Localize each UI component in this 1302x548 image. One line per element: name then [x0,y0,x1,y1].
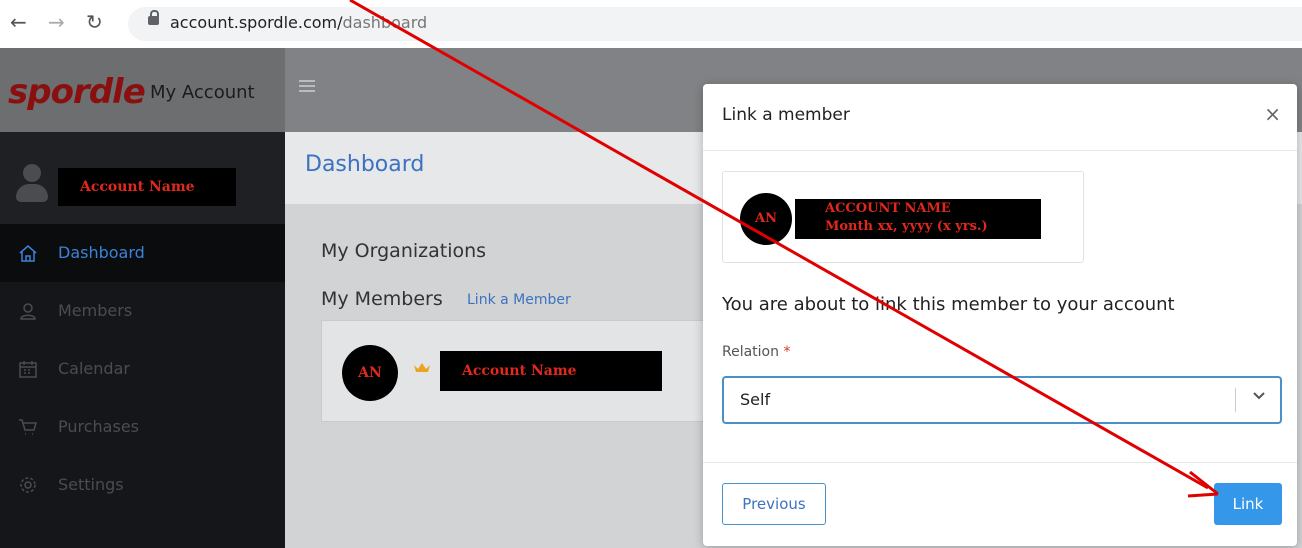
sidebar-item-purchases[interactable]: Purchases [0,398,285,456]
user-icon [20,303,36,320]
sidebar-item-dashboard[interactable]: Dashboard [0,224,285,282]
browser-toolbar: ← → ↻ account.spordle.com/dashboard [0,0,1302,48]
member-name: Account Name [440,351,662,391]
sidebar-item-label: Purchases [58,417,139,436]
sidebar-item-members[interactable]: Members [0,282,285,340]
close-icon[interactable]: × [1264,102,1281,126]
select-divider [1235,388,1236,412]
modal-footer: Previous Link [703,462,1297,547]
account-name-label: Account Name [58,168,236,206]
sidebar-item-label: Members [58,301,133,320]
sidebar-item-settings[interactable]: Settings [0,456,285,514]
modal-header: Link a member × [703,84,1297,151]
link-confirmation-message: You are about to link this member to you… [722,294,1175,315]
modal-title: Link a member [722,105,850,125]
relation-select-value: Self [740,390,771,409]
url-path: dashboard [342,13,428,32]
spordle-logo[interactable]: spordle [8,72,146,112]
crown-icon [414,363,430,372]
lock-icon [148,10,159,25]
member-card[interactable]: AN Account Name [321,320,743,422]
brand-title: My Account [150,82,255,103]
hamburger-menu-icon[interactable] [299,80,315,92]
sidebar-item-label: Calendar [58,359,130,378]
organizations-heading: My Organizations [321,240,487,262]
sidebar-item-calendar[interactable]: Calendar [0,340,285,398]
sidebar-item-label: Dashboard [58,243,145,262]
sidebar: Account Name Dashboard Members Calendar … [0,132,285,548]
member-preview-card: AN ACCOUNT NAME Month xx, yyyy (x yrs.) [722,171,1084,263]
member-birthdate: Month xx, yyyy (x yrs.) [825,219,988,234]
relation-label-text: Relation [722,344,779,360]
members-heading: My Members [321,288,443,310]
link-a-member-link[interactable]: Link a Member [467,292,571,308]
chevron-down-icon[interactable] [1252,388,1266,402]
link-button[interactable]: Link [1214,483,1282,525]
forward-arrow-icon[interactable]: → [48,10,65,34]
brand-bar: spordle My Account [0,48,285,132]
url-text[interactable]: account.spordle.com/dashboard [170,13,427,32]
member-avatar: AN [740,193,792,245]
member-avatar: AN [342,345,398,401]
cart-icon [19,419,37,435]
member-name: ACCOUNT NAME [825,201,951,216]
required-mark: * [783,344,791,360]
calendar-icon [19,361,37,378]
url-domain: account.spordle.com/ [170,13,343,32]
page-title: Dashboard [305,152,425,177]
back-arrow-icon[interactable]: ← [10,10,27,34]
gear-icon [20,477,36,493]
reload-icon[interactable]: ↻ [86,10,103,34]
avatar-icon [16,164,48,204]
member-info: ACCOUNT NAME Month xx, yyyy (x yrs.) [795,199,1041,239]
link-member-modal: Link a member × AN ACCOUNT NAME Month xx… [703,84,1297,546]
relation-label: Relation * [722,344,790,360]
relation-select[interactable]: Self [722,376,1282,424]
sidebar-item-label: Settings [58,475,124,494]
sidebar-profile: Account Name [0,132,285,224]
home-icon [19,245,37,262]
previous-button[interactable]: Previous [722,483,826,525]
